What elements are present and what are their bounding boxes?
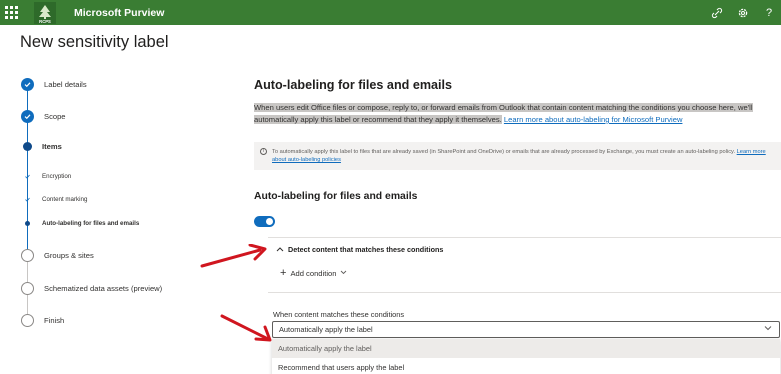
section-heading: Auto-labeling for files and emails — [254, 78, 453, 92]
substep-check-icon — [25, 174, 30, 179]
tree-logo-icon: RCPS — [34, 1, 56, 24]
empty-step-circle-icon — [21, 282, 34, 295]
wizard-stepper: Label details Scope Items Encryption Con… — [21, 72, 231, 342]
step-label: Scope — [44, 112, 66, 121]
add-condition-label: Add condition — [290, 268, 337, 278]
info-text: To automatically apply this label to fil… — [272, 149, 736, 155]
app-launcher-button[interactable] — [0, 0, 22, 25]
step-groups-sites[interactable]: Groups & sites — [21, 249, 94, 262]
step-content-marking[interactable]: Content marking — [21, 196, 87, 203]
detect-conditions-header[interactable]: Detect content that matches these condit… — [276, 245, 443, 254]
step-label: Schematized data assets (preview) — [44, 284, 163, 293]
step-scope[interactable]: Scope — [21, 110, 66, 123]
divider — [268, 237, 781, 238]
step-label: Auto-labeling for files and emails — [42, 220, 140, 227]
auto-labeling-subheading: Auto-labeling for files and emails — [254, 191, 418, 202]
info-message-bar: i To automatically apply this label to f… — [254, 142, 781, 170]
step-encryption[interactable]: Encryption — [21, 173, 71, 180]
divider — [268, 292, 781, 293]
chevron-down-icon — [340, 270, 347, 277]
step-schematized-data-assets[interactable]: Schematized data assets (preview) — [21, 282, 162, 295]
step-auto-labeling[interactable]: Auto-labeling for files and emails — [21, 220, 139, 227]
waffle-icon — [4, 6, 18, 19]
organization-logo[interactable]: RCPS — [28, 0, 62, 25]
info-icon: i — [260, 148, 267, 155]
step-label: Content marking — [42, 196, 88, 203]
empty-step-circle-icon — [21, 314, 34, 327]
detect-conditions-label: Detect content that matches these condit… — [288, 245, 444, 254]
empty-step-circle-icon — [21, 249, 34, 262]
check-icon — [21, 110, 34, 123]
step-label: Label details — [44, 80, 87, 89]
description-text: When users edit Office files or compose,… — [254, 102, 781, 126]
add-condition-button[interactable]: + Add condition — [280, 267, 347, 279]
settings-icon[interactable] — [737, 7, 749, 19]
step-finish[interactable]: Finish — [21, 314, 64, 327]
current-step-dot-icon — [23, 142, 32, 151]
step-label: Groups & sites — [44, 251, 94, 260]
app-top-bar: RCPS Microsoft Purview ? — [0, 0, 781, 25]
annotation-arrow-icon — [220, 314, 272, 342]
chevron-up-icon — [276, 245, 285, 254]
action-dropdown[interactable]: Automatically apply the label — [272, 321, 780, 338]
chevron-down-icon — [764, 325, 772, 333]
option-auto-apply[interactable]: Automatically apply the label — [272, 339, 780, 358]
check-icon — [21, 78, 34, 91]
step-label: Encryption — [42, 173, 72, 180]
logo-text: RCPS — [39, 19, 51, 24]
plus-icon: + — [280, 267, 287, 279]
action-dropdown-list: Automatically apply the label Recommend … — [272, 339, 780, 374]
link-icon[interactable] — [711, 7, 723, 19]
current-substep-dot-icon — [25, 221, 30, 226]
annotation-arrow-icon — [200, 244, 267, 268]
app-title[interactable]: Microsoft Purview — [74, 7, 164, 19]
page-title: New sensitivity label — [20, 33, 169, 51]
when-content-matches-label: When content matches these conditions — [273, 310, 405, 319]
auto-labeling-toggle[interactable] — [254, 216, 275, 227]
step-label: Items — [42, 142, 62, 151]
step-items[interactable]: Items — [21, 142, 62, 151]
learn-more-link[interactable]: Learn more about auto-labeling for Micro… — [504, 115, 683, 124]
substep-check-icon — [25, 197, 30, 202]
help-icon[interactable]: ? — [763, 7, 775, 19]
step-label-details[interactable]: Label details — [21, 78, 87, 91]
option-recommend[interactable]: Recommend that users apply the label — [272, 358, 780, 374]
dropdown-selected-value: Automatically apply the label — [279, 325, 373, 334]
step-label: Finish — [44, 316, 65, 325]
